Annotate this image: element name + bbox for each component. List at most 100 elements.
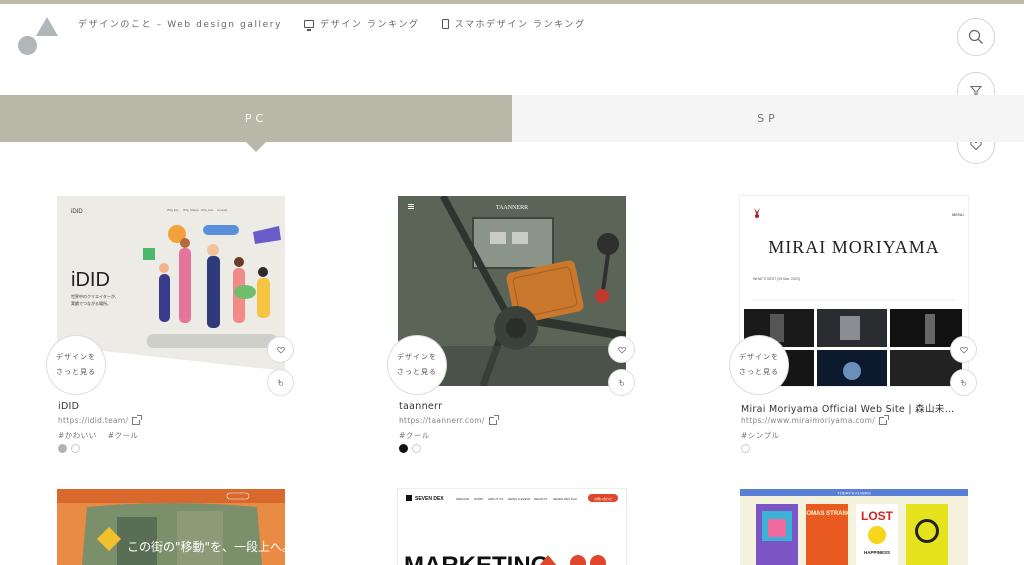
- color-swatch[interactable]: [399, 444, 408, 453]
- flyer-lost: LOST: [861, 509, 894, 523]
- tag-link[interactable]: #シンプル: [741, 431, 780, 440]
- smartphone-icon: [441, 18, 449, 29]
- seven-dex-nav-4: RECRUIT: [534, 497, 548, 501]
- quick-view-line2: さっと見る: [397, 368, 437, 376]
- card-title[interactable]: iDID: [58, 401, 79, 412]
- color-swatch[interactable]: [71, 444, 80, 453]
- orange-site-headline: この街の"移動"を、一段上へ。: [127, 539, 285, 554]
- seven-dex-nav-2: ABOUT US: [488, 497, 503, 501]
- idid-nav-3: Contact: [217, 208, 228, 212]
- tab-sp-label: SP: [757, 112, 779, 125]
- compare-button[interactable]: も: [951, 370, 976, 395]
- card-url-text: https://www.miraimoriyama.com/: [741, 416, 876, 425]
- nav-design-ranking[interactable]: デザイン ランキング: [304, 17, 420, 31]
- seven-dex-nav-5: SEVEN DEX Post: [553, 497, 577, 501]
- compare-button[interactable]: も: [609, 370, 634, 395]
- heart-icon: [617, 346, 626, 354]
- flyers-site-screenshot: TODAY'S FLYERS THOMAS STRANGE LOST HAPPI…: [740, 489, 968, 565]
- flyers-banner: TODAY'S FLYERS: [837, 491, 871, 496]
- color-swatch[interactable]: [58, 444, 67, 453]
- card-url[interactable]: https://taannerr.com/: [399, 414, 499, 425]
- color-swatches: [741, 444, 754, 453]
- idid-big-logo: iDID: [71, 269, 110, 291]
- quick-view-line2: さっと見る: [56, 368, 96, 376]
- flyer-thomas-strange: THOMAS STRANGE: [799, 511, 856, 517]
- top-accent-bar: [0, 0, 1024, 4]
- tab-pc-label: PC: [244, 112, 268, 125]
- card-tags: #シンプル: [741, 430, 788, 441]
- search-icon: [968, 29, 983, 44]
- heart-icon: [276, 346, 285, 354]
- card-url-text: https://taannerr.com/: [399, 416, 485, 425]
- site-logo[interactable]: [16, 16, 60, 60]
- idid-tagline-1: 世界中のクリエイターが、: [71, 293, 119, 299]
- quick-view-button[interactable]: デザインを さっと見る: [47, 336, 105, 394]
- tab-sp[interactable]: SP: [512, 95, 1024, 142]
- site-name-link[interactable]: デザインのこと – Web design gallery: [78, 17, 282, 30]
- seven-dex-cta: お問い合わせ: [594, 496, 612, 501]
- mirai-news: WHAT'S NEST [29 Mar. 2023]: [753, 277, 800, 281]
- idid-nav-1: Why Shape: [183, 208, 199, 212]
- tag-link[interactable]: #クール: [108, 431, 139, 440]
- compare-label: も: [618, 378, 625, 387]
- card-thumbnail[interactable]: TODAY'S FLYERS THOMAS STRANGE LOST HAPPI…: [740, 489, 968, 565]
- logo-circle: [18, 36, 37, 55]
- header-nav: デザインのこと – Web design gallery デザイン ランキング …: [78, 17, 608, 31]
- card-url[interactable]: https://www.miraimoriyama.com/: [741, 414, 890, 425]
- quick-view-line1: デザインを: [739, 353, 779, 361]
- card-thumbnail[interactable]: この街の"移動"を、一段上へ。: [57, 489, 285, 565]
- nav-design-ranking-label: デザイン ランキング: [320, 20, 420, 30]
- tab-pc[interactable]: PC: [0, 95, 512, 152]
- compare-label: も: [960, 378, 967, 387]
- site-name: デザインのこと – Web design gallery: [78, 20, 283, 30]
- idid-logo-small: iDID: [71, 209, 83, 215]
- search-button[interactable]: [957, 18, 995, 56]
- color-swatches: [58, 444, 84, 453]
- like-button[interactable]: [268, 337, 293, 362]
- color-swatches: [399, 444, 425, 453]
- seven-dex-nav-0: SERVICE: [456, 497, 469, 501]
- quick-view-button[interactable]: デザインを さっと見る: [388, 336, 446, 394]
- tab-active-indicator: [246, 142, 266, 152]
- heart-icon: [959, 346, 968, 354]
- mirai-menu: MENU: [952, 212, 964, 217]
- mirai-heading: MIRAI MORIYAMA: [768, 237, 940, 257]
- card-url-text: https://idid.team/: [58, 416, 129, 425]
- seven-dex-headline: MARKETING: [404, 552, 549, 565]
- card-url[interactable]: https://idid.team/: [58, 414, 143, 425]
- external-link-icon: [488, 414, 499, 425]
- flyer-happiness: HAPPINESS: [864, 550, 890, 555]
- logo-triangle: [36, 17, 58, 36]
- card-thumbnail[interactable]: SEVEN DEX SERVICE WORK ABOUT US NEWS & E…: [398, 489, 626, 565]
- idid-nav-2: Why Join: [201, 208, 214, 212]
- card-title[interactable]: Mirai Moriyama Official Web Site | 森山未…: [741, 401, 954, 415]
- color-swatch[interactable]: [741, 444, 750, 453]
- external-link-icon: [132, 414, 143, 425]
- idid-tagline-2: 実績でつながる場所。: [71, 300, 111, 306]
- quick-view-button[interactable]: デザインを さっと見る: [730, 336, 788, 394]
- tag-link[interactable]: #かわいい: [58, 431, 97, 440]
- orange-site-screenshot: この街の"移動"を、一段上へ。: [57, 489, 285, 565]
- seven-dex-screenshot: SEVEN DEX SERVICE WORK ABOUT US NEWS & E…: [398, 489, 626, 565]
- card-tags: #クール: [399, 430, 438, 441]
- nav-smartphone-ranking-label: スマホデザイン ランキング: [454, 20, 586, 30]
- like-button[interactable]: [609, 337, 634, 362]
- nav-smartphone-ranking[interactable]: スマホデザイン ランキング: [441, 17, 586, 30]
- taannerr-logo: TAANNERR: [496, 205, 528, 211]
- quick-view-line2: さっと見る: [739, 368, 779, 376]
- desktop-icon: [304, 19, 315, 31]
- like-button[interactable]: [951, 337, 976, 362]
- seven-dex-nav-1: WORK: [474, 497, 483, 501]
- idid-nav-0: Why iDo: [167, 208, 179, 212]
- seven-dex-logo: SEVEN DEX: [415, 496, 444, 502]
- quick-view-line1: デザインを: [56, 353, 96, 361]
- seven-dex-nav-3: NEWS & EVENT: [508, 497, 531, 501]
- color-swatch[interactable]: [412, 444, 421, 453]
- card-title[interactable]: taannerr: [399, 401, 442, 412]
- tag-link[interactable]: #クール: [399, 431, 430, 440]
- compare-button[interactable]: も: [268, 370, 293, 395]
- quick-view-line1: デザインを: [397, 353, 437, 361]
- compare-label: も: [277, 378, 284, 387]
- card-tags: #かわいい #クール: [58, 430, 146, 441]
- external-link-icon: [879, 414, 890, 425]
